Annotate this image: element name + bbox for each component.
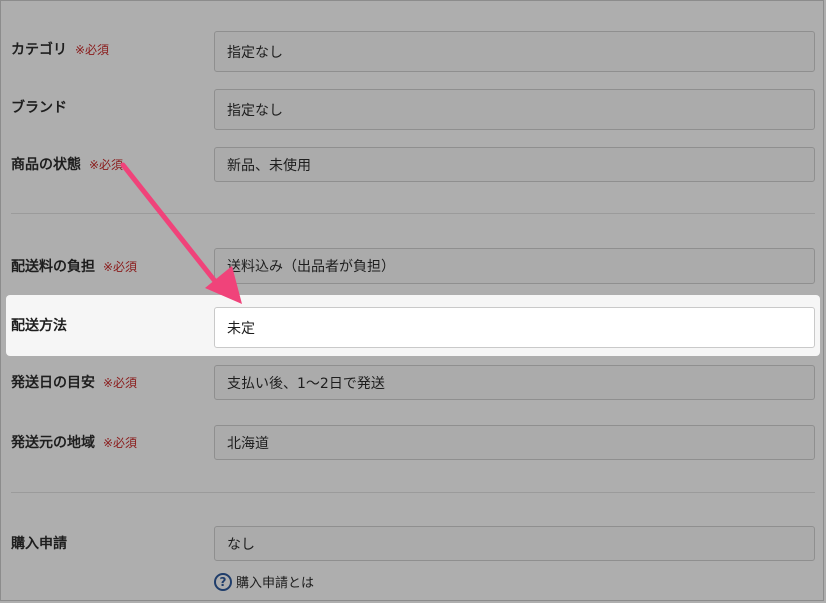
ship-days-label: 発送日の目安 ※必須 bbox=[11, 375, 138, 391]
question-icon: ? bbox=[214, 572, 232, 591]
shipping-method-highlight: 配送方法 未定 bbox=[6, 295, 820, 356]
required-badge: ※必須 bbox=[75, 43, 110, 57]
required-badge: ※必須 bbox=[89, 158, 124, 172]
shipping-fee-field[interactable]: 送料込み（出品者が負担） bbox=[214, 248, 815, 284]
category-field[interactable]: 指定なし bbox=[214, 31, 815, 72]
category-label: カテゴリ ※必須 bbox=[11, 42, 110, 58]
brand-field[interactable]: 指定なし bbox=[214, 89, 815, 130]
purchase-request-label: 購入申請 bbox=[11, 536, 67, 552]
ship-from-field[interactable]: 北海道 bbox=[214, 425, 815, 460]
help-link-text: 購入申請とは bbox=[236, 576, 315, 591]
condition-field[interactable]: 新品、未使用 bbox=[214, 147, 815, 182]
ship-from-label: 発送元の地域 ※必須 bbox=[11, 435, 138, 451]
shipping-method-field[interactable]: 未定 bbox=[214, 307, 815, 348]
ship-days-field[interactable]: 支払い後、1〜2日で発送 bbox=[214, 365, 815, 400]
section-divider bbox=[11, 213, 815, 214]
required-badge: ※必須 bbox=[103, 260, 138, 274]
brand-label: ブランド bbox=[11, 100, 67, 116]
condition-label: 商品の状態 ※必須 bbox=[11, 157, 124, 173]
required-badge: ※必須 bbox=[103, 376, 138, 390]
shipping-fee-label: 配送料の負担 ※必須 bbox=[11, 259, 138, 275]
required-badge: ※必須 bbox=[103, 436, 138, 450]
section-divider bbox=[11, 492, 815, 493]
purchase-request-field[interactable]: なし bbox=[214, 526, 815, 561]
purchase-request-help-link[interactable]: ? 購入申請とは bbox=[214, 572, 314, 591]
shipping-method-label: 配送方法 bbox=[11, 318, 67, 334]
